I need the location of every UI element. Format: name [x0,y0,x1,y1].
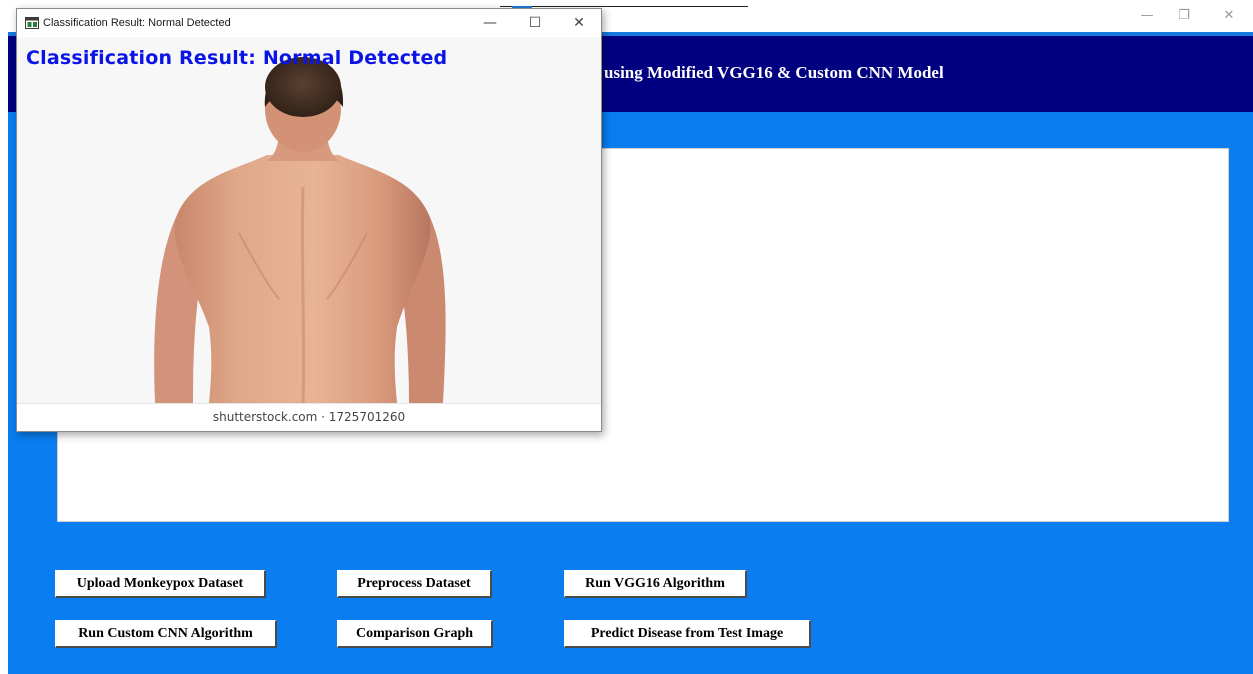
main-close-button[interactable]: ✕ [1220,8,1238,24]
run-vgg16-button[interactable]: Run VGG16 Algorithm [564,570,747,598]
popup-titlebar[interactable]: Classification Result: Normal Detected —… [17,9,601,37]
upload-dataset-button[interactable]: Upload Monkeypox Dataset [55,570,266,598]
image-watermark-bar: shutterstock.com · 1725701260 [17,403,601,431]
popup-window-title: Classification Result: Normal Detected [43,17,231,29]
image-watermark: shutterstock.com · 1725701260 [212,410,406,424]
app-window-icon [25,17,39,29]
classification-result-label: Classification Result: Normal Detected [26,47,448,69]
preprocess-dataset-button[interactable]: Preprocess Dataset [337,570,492,598]
run-custom-cnn-button[interactable]: Run Custom CNN Algorithm [55,620,277,648]
main-minimize-button[interactable]: — [1138,8,1156,24]
popup-minimize-button[interactable]: — [480,14,500,32]
test-image [17,37,601,431]
result-image-canvas: Classification Result: Normal Detected s… [17,37,601,431]
predict-disease-button[interactable]: Predict Disease from Test Image [564,620,811,648]
classification-result-window: Classification Result: Normal Detected —… [16,8,602,432]
screen: — ❐ ✕ using Modified VGG16 & Custom CNN … [0,0,1253,674]
titlebar-divider [500,6,748,7]
popup-close-button[interactable]: ✕ [569,14,589,32]
app-header-title: using Modified VGG16 & Custom CNN Model [604,63,944,82]
main-restore-button[interactable]: ❐ [1175,8,1193,24]
popup-maximize-button[interactable]: ☐ [525,14,545,32]
comparison-graph-button[interactable]: Comparison Graph [337,620,493,648]
